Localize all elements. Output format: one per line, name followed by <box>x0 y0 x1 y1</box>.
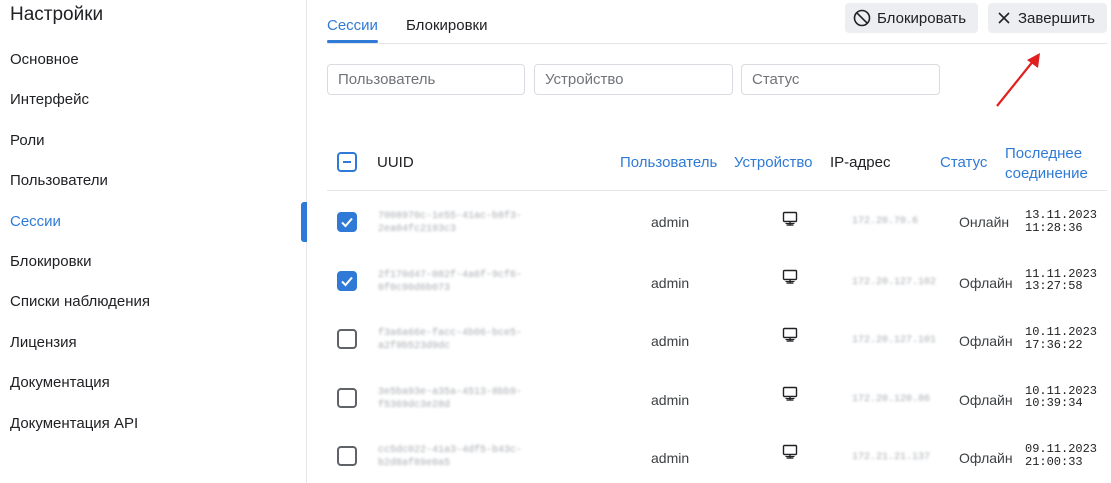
column-ip: IP-адрес <box>830 154 891 171</box>
session-uuid: f3a6a66e-facc-4b06-bce5- a2f9b523d9dc <box>378 328 523 352</box>
table-row[interactable]: f3a6a66e-facc-4b06-bce5- a2f9b523d9dc ad… <box>327 309 1107 368</box>
block-button-label: Блокировать <box>877 9 967 27</box>
session-uuid: 2f170d47-082f-4a6f-9cf6- 0f0c90d6b073 <box>378 269 523 294</box>
session-time: 13:27:58 <box>1025 279 1083 293</box>
session-ip: 172.20.120.86 <box>852 393 931 405</box>
sessions-panel: Сессии Блокировки Блокировать Завершить … <box>307 0 1111 483</box>
sidebar-item-interface[interactable]: Интерфейс <box>0 80 307 120</box>
column-last-connection-line1: Последнее <box>1005 145 1083 162</box>
session-user: admin <box>651 274 690 291</box>
sidebar-item-blocks[interactable]: Блокировки <box>0 242 307 282</box>
block-icon <box>853 9 871 27</box>
session-time: 11:28:36 <box>1025 220 1083 235</box>
session-time: 21:00:33 <box>1025 454 1083 469</box>
sidebar-item-documentation[interactable]: Документация <box>0 363 307 403</box>
session-last-connection: 09.11.2023 21:00:33 <box>1025 443 1097 468</box>
session-user: admin <box>651 214 690 230</box>
row-checkbox[interactable] <box>337 446 357 466</box>
checkmark-icon <box>341 217 353 228</box>
checkmark-icon <box>341 276 353 286</box>
session-uuid: 7008970c-1e55-41ac-b8f3- 2ea04fc2193c3 <box>378 211 523 235</box>
session-status: Офлайн <box>959 333 1013 349</box>
session-date: 10.11.2023 <box>1025 325 1098 339</box>
table-header: UUID Пользователь Устройство IP-адрес Ст… <box>327 133 1107 191</box>
sidebar-item-sessions[interactable]: Сессии <box>0 201 307 242</box>
session-user: admin <box>651 450 690 466</box>
monitor-icon <box>782 327 798 346</box>
session-status: Офлайн <box>959 391 1013 408</box>
device-filter-input[interactable] <box>534 64 733 95</box>
finish-button-label: Завершить <box>1018 9 1095 27</box>
session-user: admin <box>651 391 690 408</box>
monitor-icon <box>782 386 798 405</box>
session-ip: 172.20.127.101 <box>852 335 937 346</box>
session-last-connection: 13.11.2023 11:28:36 <box>1025 209 1097 234</box>
session-ip: 172.20.70.6 <box>852 216 919 227</box>
session-status: Офлайн <box>959 450 1013 466</box>
block-button[interactable]: Блокировать <box>845 3 978 33</box>
sidebar-item-roles[interactable]: Роли <box>0 121 307 161</box>
session-time: 10:39:34 <box>1025 396 1083 410</box>
column-device[interactable]: Устройство <box>734 154 812 171</box>
monitor-icon <box>782 211 798 230</box>
session-uuid: cc5dc022-41a3-4df5-b43c- b2d8af89e0a5 <box>378 445 523 469</box>
table-row[interactable]: 3e5ba93e-a35a-4513-8bb9- f5369dc3e28d ad… <box>327 368 1107 427</box>
sidebar-item-users[interactable]: Пользователи <box>0 161 307 201</box>
close-icon <box>998 12 1010 24</box>
sidebar-nav: Основное Интерфейс Роли Пользователи Сес… <box>0 40 307 444</box>
row-checkbox[interactable] <box>337 387 357 408</box>
column-last-connection-line2: соединение <box>1005 165 1088 182</box>
settings-sidebar: Настройки Основное Интерфейс Роли Пользо… <box>0 0 307 483</box>
column-last-connection[interactable]: Последнее соединение <box>1005 144 1088 184</box>
select-all-checkbox[interactable] <box>337 152 357 172</box>
session-date: 09.11.2023 <box>1025 442 1098 456</box>
annotation-arrow <box>996 53 1040 107</box>
session-uuid: 3e5ba93e-a35a-4513-8bb9- f5369dc3e28d <box>378 386 523 411</box>
sidebar-item-api-documentation[interactable]: Документация API <box>0 404 307 444</box>
table-row[interactable]: cc5dc022-41a3-4df5-b43c- b2d8af89e0a5 ad… <box>327 426 1107 483</box>
sidebar-item-general[interactable]: Основное <box>0 40 307 80</box>
session-last-connection: 11.11.2023 13:27:58 <box>1025 267 1097 293</box>
session-user: admin <box>651 333 690 349</box>
finish-session-button[interactable]: Завершить <box>988 3 1107 33</box>
user-filter-input[interactable] <box>327 64 525 95</box>
monitor-icon <box>782 269 798 288</box>
sidebar-item-watchlists[interactable]: Списки наблюдения <box>0 282 307 322</box>
status-filter-input[interactable] <box>741 64 940 95</box>
session-ip: 172.20.127.102 <box>852 276 937 288</box>
session-ip: 172.21.21.137 <box>852 452 931 463</box>
sidebar-title: Настройки <box>10 4 104 25</box>
column-user[interactable]: Пользователь <box>620 154 717 171</box>
row-checkbox[interactable] <box>337 212 357 232</box>
table-row[interactable]: 7008970c-1e55-41ac-b8f3- 2ea04fc2193c3 a… <box>327 192 1107 251</box>
minus-icon <box>343 161 351 163</box>
sidebar-item-license[interactable]: Лицензия <box>0 323 307 363</box>
tab-blocks[interactable]: Блокировки <box>406 17 487 34</box>
session-time: 17:36:22 <box>1025 337 1083 352</box>
column-status[interactable]: Статус <box>940 154 987 171</box>
column-uuid: UUID <box>377 154 414 171</box>
session-last-connection: 10.11.2023 17:36:22 <box>1025 326 1097 351</box>
row-checkbox[interactable] <box>337 270 357 291</box>
tab-sessions[interactable]: Сессии <box>327 17 378 43</box>
row-checkbox[interactable] <box>337 329 357 349</box>
session-date: 13.11.2023 <box>1025 208 1098 222</box>
session-status: Онлайн <box>959 214 1010 230</box>
session-status: Офлайн <box>959 274 1013 291</box>
monitor-icon <box>782 444 798 463</box>
table-row[interactable]: 2f170d47-082f-4a6f-9cf6- 0f0c90d6b073 ad… <box>327 251 1107 310</box>
session-last-connection: 10.11.2023 10:39:34 <box>1025 384 1097 410</box>
